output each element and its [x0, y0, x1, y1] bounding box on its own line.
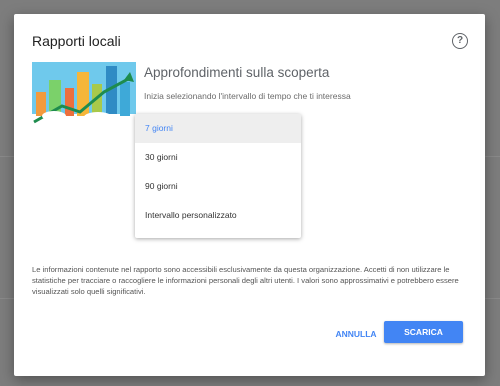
privacy-disclaimer: Le informazioni contenute nel rapporto s… [32, 265, 459, 296]
download-button[interactable]: SCARICA [384, 321, 463, 343]
local-reports-dialog: Rapporti locali ? Approfondimenti sulla … [14, 14, 485, 376]
time-range-menu: 7 giorni 30 giorni 90 giorni Intervallo … [135, 114, 301, 238]
option-custom-range[interactable]: Intervallo personalizzato [135, 201, 301, 230]
option-30-days[interactable]: 30 giorni [135, 143, 301, 172]
cancel-button[interactable]: ANNULLA [330, 324, 382, 344]
option-90-days[interactable]: 90 giorni [135, 172, 301, 201]
dialog-title: Rapporti locali [32, 33, 121, 49]
help-circle-icon[interactable]: ? [452, 33, 468, 49]
section-subtext: Inizia selezionando l'intervallo di temp… [144, 91, 351, 101]
city-growth-illustration [32, 62, 136, 126]
option-7-days[interactable]: 7 giorni [135, 114, 301, 143]
section-heading: Approfondimenti sulla scoperta [144, 65, 330, 80]
